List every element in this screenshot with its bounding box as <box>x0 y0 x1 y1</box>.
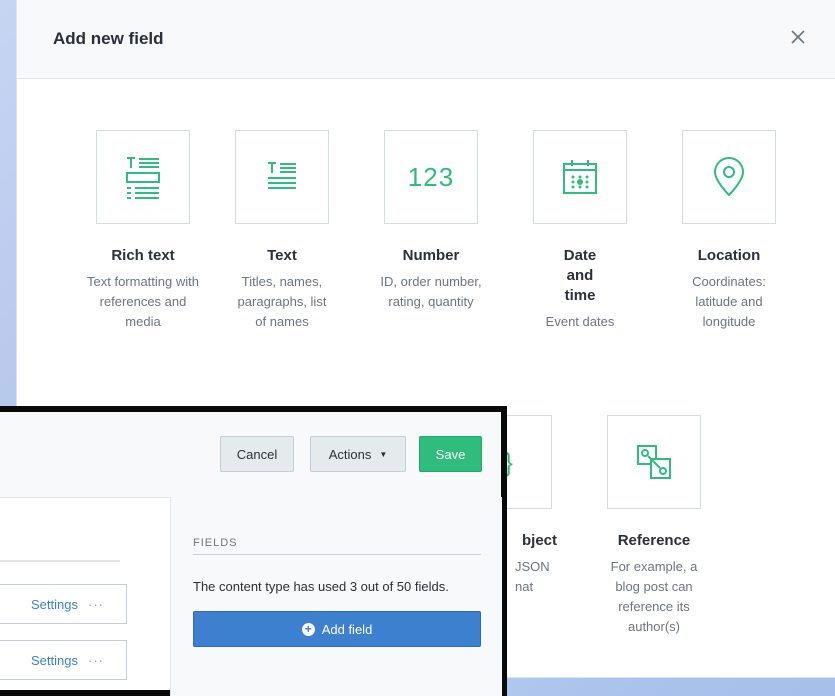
field-type-number[interactable]: 123 Number ID, order number, rating, qua… <box>361 130 501 312</box>
modal-title: Add new field <box>53 29 164 48</box>
actions-button[interactable]: Actions ▼ <box>310 436 406 472</box>
calendar-icon <box>563 160 597 194</box>
content-type-editor: Cancel Actions ▼ Save Settings ··· Setti… <box>0 406 507 696</box>
field-type-date-time[interactable]: Date and time Event dates <box>510 130 650 332</box>
fields-usage-text: The content type has used 3 out of 50 fi… <box>193 579 449 594</box>
editor-toolbar: Cancel Actions ▼ Save <box>0 412 501 498</box>
field-row[interactable]: Settings ··· <box>0 584 127 624</box>
settings-link[interactable]: Settings <box>31 597 78 612</box>
tile-desc: Coordinates: latitude and longitude <box>692 274 766 329</box>
save-button[interactable]: Save <box>419 436 482 472</box>
fields-sidebar: FIELDS The content type has used 3 out o… <box>170 497 502 696</box>
tile-name: Text <box>267 247 297 264</box>
rich-text-tile[interactable] <box>96 130 190 224</box>
tile-desc: ID, order number, rating, quantity <box>380 274 482 309</box>
tile-desc: Text formatting with references and medi… <box>87 274 199 329</box>
tile-desc: Titles, names, paragraphs, list of names <box>237 274 327 329</box>
divider <box>193 554 481 555</box>
tile-desc-line: JSON <box>515 559 550 574</box>
location-tile[interactable] <box>682 130 776 224</box>
close-icon[interactable] <box>787 26 809 48</box>
tile-name: Number <box>402 247 460 264</box>
rich-text-icon <box>126 157 160 199</box>
number-icon: 123 <box>407 161 455 192</box>
field-row[interactable]: Settings ··· <box>0 640 127 680</box>
actions-label: Actions <box>328 446 372 462</box>
modal-header: Add new field <box>17 0 835 79</box>
field-type-location[interactable]: Location Coordinates: latitude and longi… <box>659 130 799 332</box>
field-type-rich-text[interactable]: Rich text Text formatting with reference… <box>73 130 213 332</box>
location-pin-icon <box>713 157 745 197</box>
date-time-tile[interactable] <box>533 130 627 224</box>
add-field-button[interactable]: + Add field <box>193 611 481 647</box>
reference-tile[interactable] <box>607 415 701 509</box>
chevron-down-icon: ▼ <box>379 449 388 459</box>
add-field-label: Add field <box>321 621 373 637</box>
settings-link[interactable]: Settings <box>31 653 78 668</box>
tile-desc: Event dates <box>545 314 615 329</box>
tile-name: Date and time <box>563 247 597 304</box>
number-tile[interactable]: 123 <box>384 130 478 224</box>
text-icon <box>268 162 296 189</box>
plus-circle-icon: + <box>301 622 315 636</box>
tile-name: Reference <box>617 532 691 549</box>
divider <box>0 560 120 562</box>
tile-name: Rich text <box>111 247 175 264</box>
tile-desc-line: nat <box>515 579 534 594</box>
field-type-text[interactable]: Text Titles, names, paragraphs, list of … <box>212 130 352 332</box>
tile-desc: JSON nat <box>515 557 575 597</box>
tile-name: Location <box>697 247 761 264</box>
fields-heading: FIELDS <box>193 537 238 549</box>
cancel-button[interactable]: Cancel <box>220 436 294 472</box>
reference-icon <box>637 445 671 479</box>
field-type-reference[interactable]: Reference For example, a blog post can r… <box>584 415 724 637</box>
tile-desc: For example, a blog post can reference i… <box>610 559 698 634</box>
more-options-icon[interactable]: ··· <box>88 653 104 668</box>
text-tile[interactable] <box>235 130 329 224</box>
more-options-icon[interactable]: ··· <box>88 597 104 612</box>
